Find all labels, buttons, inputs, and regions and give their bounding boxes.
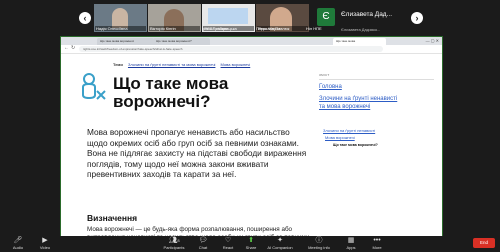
browser-tab[interactable]: Що таке мова ворожнечі [97, 38, 154, 45]
lead-paragraph: Мова ворожнечі пропагує ненависть або на… [87, 127, 307, 179]
participant-video [208, 8, 248, 24]
breadcrumb-link-hate-speech[interactable]: Мова ворожнечі [221, 62, 251, 67]
ai-companion-button[interactable]: ✦ AI Companion [262, 236, 298, 250]
web-page: Теми Злочини на ґрунті ненависті та мова… [61, 59, 442, 237]
audio-label: Audio [12, 245, 24, 250]
breadcrumb: Теми Злочини на ґрунті ненависті та мова… [113, 62, 250, 67]
participant-name: Ірина Грабовецька [202, 26, 237, 31]
more-label: More [372, 245, 382, 250]
participant-name-row: Ірина Грабовецька Петро Мороз Ніл НПЕ [94, 26, 322, 32]
meeting-info-label: Meeting info [308, 245, 330, 250]
microphone-icon: 🎤︎ [13, 237, 23, 244]
audio-button[interactable]: 🎤︎ Audio [3, 236, 33, 250]
info-icon: ⓘ [315, 237, 323, 244]
video-camera-icon: ▶ [42, 237, 48, 244]
ai-companion-label: AI Companion [267, 245, 293, 250]
zoom-toolbar: 🎤︎ Audio ▶ Video 👥︎8 Participants 💬︎ Cha… [0, 236, 500, 252]
back-icon[interactable]: ← [64, 45, 69, 51]
participants-icon: 👥︎8 [168, 237, 180, 244]
toc-label: ЗМІСТ [319, 73, 330, 77]
toc-item-home[interactable]: Головна [319, 84, 342, 90]
toc-item-hate-crimes[interactable]: Злочини на ґрунті ненависті [323, 128, 375, 133]
section-heading: Визначення [87, 213, 138, 223]
active-speaker-name: Єлизавета Дад... [341, 11, 393, 18]
toc-item-label: Злочини на ґрунті ненависті та мова воро… [319, 96, 398, 110]
participants-label: Participants [163, 245, 185, 250]
table-of-contents: ЗМІСТ Головна Злочини на ґрунті ненавист… [319, 73, 434, 147]
person-speech-icon [82, 73, 106, 100]
url-input[interactable]: rights.coe.int/web/freedom-of-expression… [79, 46, 383, 52]
previous-participants-arrow-icon[interactable]: ‹ [79, 12, 91, 24]
breadcrumb-link-hate-crimes[interactable]: Злочини на ґрунті ненависті та мова воро… [128, 62, 215, 67]
window-controls[interactable]: — ▢ ✕ [426, 38, 439, 43]
more-button[interactable]: ••• More [362, 236, 392, 250]
end-button[interactable]: End [473, 238, 495, 248]
active-speaker-subname: Єлизавета Дадзяко... [341, 27, 381, 32]
participant-video [112, 8, 128, 28]
reload-icon[interactable]: ↻ [71, 45, 75, 51]
participant-tile-5[interactable] [196, 21, 197, 22]
toc-item-hate-crimes-speech[interactable]: Злочини на ґрунті ненависті та мова воро… [319, 95, 399, 111]
participants-button[interactable]: 👥︎8 Participants [156, 236, 192, 250]
participant-name: Ніл НПЕ [306, 26, 322, 31]
breadcrumb-label: Теми [113, 62, 123, 67]
browser-tab[interactable]: Що таке мова ворожнечі? [153, 38, 210, 45]
next-participants-arrow-icon[interactable]: › [411, 12, 423, 24]
shared-screen-browser: Що таке мова ворожнечі Що таке мова воро… [60, 36, 443, 238]
browser-tab-active[interactable]: Що таке мова [333, 38, 386, 45]
participants-count: 8 [177, 238, 180, 243]
toc-current-item: Що таке мова ворожнечі? [333, 143, 378, 147]
sparkle-icon: ✦ [277, 237, 283, 244]
participant-name: Петро Мороз [256, 26, 281, 31]
video-label: Video [39, 245, 51, 250]
browser-address-bar: ← ↻ rights.coe.int/web/freedom-of-expres… [61, 45, 442, 54]
toc-item-hate-speech[interactable]: Мова ворожнечі [325, 135, 355, 140]
page-title: Що таке мова ворожнечі? [113, 74, 229, 111]
toc-divider [319, 79, 434, 80]
browser-tab-bar: Що таке мова ворожнечі Що таке мова воро… [61, 37, 442, 45]
active-speaker-initial[interactable]: Є [317, 8, 335, 26]
meeting-info-button[interactable]: ⓘ Meeting info [302, 236, 336, 250]
video-button[interactable]: ▶ Video [30, 236, 60, 250]
more-icon: ••• [373, 237, 381, 244]
